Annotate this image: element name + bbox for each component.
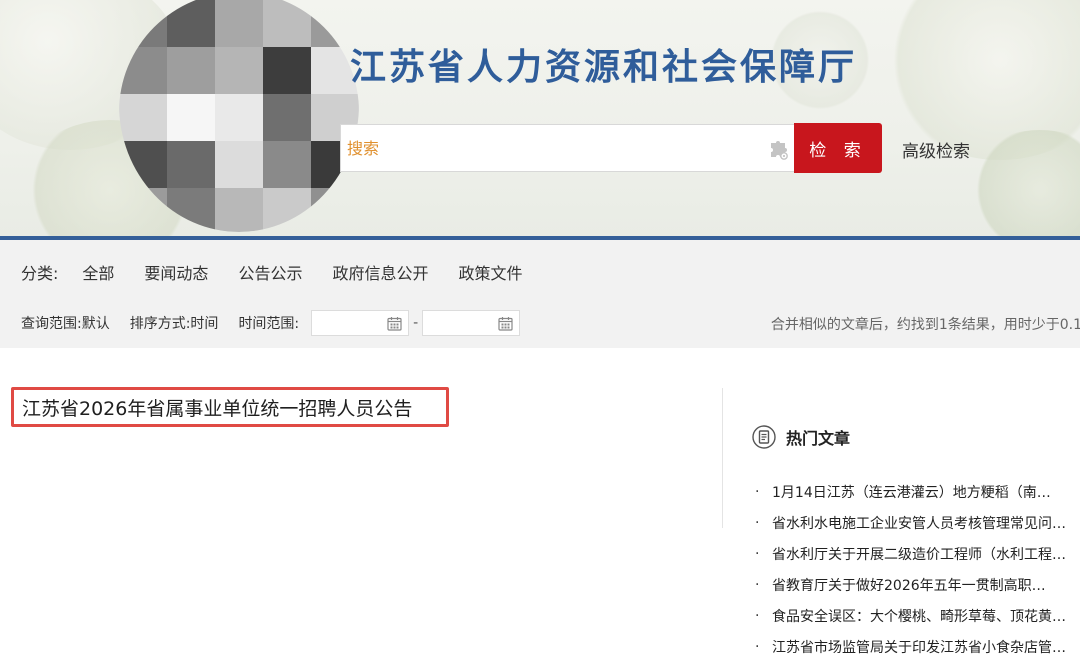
- search-box: [340, 124, 796, 172]
- category-news[interactable]: 要闻动态: [144, 260, 208, 284]
- hot-article-link[interactable]: 江苏省市场监管局关于印发江苏省小食杂店管…: [772, 637, 1066, 655]
- result-title-link[interactable]: 江苏省2026年省属事业单位统一招聘人员公告: [22, 394, 412, 421]
- search-button[interactable]: 检 索: [794, 123, 882, 173]
- hot-article-link[interactable]: 食品安全误区：大个樱桃、畸形草莓、顶花黄…: [772, 606, 1066, 626]
- result-highlight-box: 江苏省2026年省属事业单位统一招聘人员公告: [11, 387, 449, 427]
- hot-article-link[interactable]: 省水利厅关于开展二级造价工程师（水利工程…: [772, 544, 1066, 564]
- mosaic-tile: [215, 0, 263, 47]
- mosaic-tile: [215, 141, 263, 188]
- site-title: 江苏省人力资源和社会保障厅: [350, 47, 858, 88]
- mosaic-tile: [167, 94, 215, 141]
- mosaic-tile: [263, 141, 311, 188]
- options-row: 查询范围:默认 排序方式:时间 时间范围: - 合并相似的文章后，约找到1条结果…: [21, 310, 1080, 336]
- list-item: · 食品安全误区：大个樱桃、畸形草莓、顶花黄…: [755, 600, 1080, 631]
- category-notices[interactable]: 公告公示: [238, 260, 302, 284]
- mosaic-tile: [167, 141, 215, 188]
- hot-articles-title: 热门文章: [786, 429, 851, 448]
- calendar-icon[interactable]: [498, 316, 513, 331]
- bullet: ·: [755, 638, 760, 655]
- hot-article-link[interactable]: 1月14日江苏（连云港灌云）地方粳稻（南…: [772, 482, 1051, 502]
- bullet: ·: [755, 576, 760, 593]
- category-all[interactable]: 全部: [82, 260, 114, 284]
- list-item: · 省水利水电施工企业安管人员考核管理常见问…: [755, 507, 1080, 538]
- mosaic-tile: [263, 47, 311, 94]
- mosaic-tile: [215, 47, 263, 94]
- hot-articles-list: · 1月14日江苏（连云港灌云）地方粳稻（南… · 省水利水电施工企业安管人员考核管…: [755, 476, 1080, 655]
- time-range-label: 时间范围:: [238, 316, 300, 332]
- hot-articles-header: 热门文章: [752, 425, 850, 449]
- mosaic-tile: [263, 94, 311, 141]
- mosaic-tile: [167, 0, 215, 47]
- mosaic-tile: [311, 188, 359, 232]
- sort-option[interactable]: 排序方式:时间: [130, 313, 219, 333]
- puzzle-extension-icon[interactable]: [768, 137, 790, 161]
- list-item: · 省教育厅关于做好2026年五年一贯制高职…: [755, 569, 1080, 600]
- start-date-input[interactable]: [311, 310, 410, 336]
- category-label: 分类:: [21, 264, 59, 283]
- site-header: 江苏省人力资源和社会保障厅 检 索 高级检索: [0, 0, 1080, 236]
- advanced-search-link[interactable]: 高级检索: [902, 137, 970, 162]
- mosaic-tile: [119, 94, 167, 141]
- result-summary: 合并相似的文章后，约找到1条结果，用时少于0.1: [770, 317, 1080, 333]
- document-icon: [752, 425, 776, 449]
- end-date-input[interactable]: [422, 310, 521, 336]
- bullet: ·: [755, 483, 760, 500]
- mosaic-tile: [263, 0, 311, 47]
- category-policy[interactable]: 政策文件: [458, 260, 522, 284]
- date-separator: -: [413, 315, 419, 331]
- mosaic-tile: [215, 94, 263, 141]
- bullet: ·: [755, 514, 760, 531]
- mosaic-tile: [263, 188, 311, 232]
- hot-article-link[interactable]: 省水利水电施工企业安管人员考核管理常见问…: [772, 513, 1066, 533]
- calendar-icon[interactable]: [387, 316, 402, 331]
- scope-option[interactable]: 查询范围:默认: [21, 313, 110, 333]
- list-item: · 省水利厅关于开展二级造价工程师（水利工程…: [755, 538, 1080, 569]
- mosaic-tile: [215, 188, 263, 232]
- list-item: · 江苏省市场监管局关于印发江苏省小食杂店管…: [755, 631, 1080, 655]
- search-input[interactable]: [341, 125, 761, 171]
- column-divider: [722, 388, 723, 528]
- bullet: ·: [755, 545, 760, 562]
- list-item: · 1月14日江苏（连云港灌云）地方粳稻（南…: [755, 476, 1080, 507]
- category-gov-info[interactable]: 政府信息公开: [332, 260, 428, 284]
- filter-panel: 分类: 全部 要闻动态 公告公示 政府信息公开 政策文件 查询范围:默认 排序方…: [0, 240, 1080, 348]
- hot-article-link[interactable]: 省教育厅关于做好2026年五年一贯制高职…: [772, 575, 1046, 595]
- category-row: 分类: 全部 要闻动态 公告公示 政府信息公开 政策文件: [21, 260, 552, 284]
- mosaic-tile: [167, 47, 215, 94]
- bullet: ·: [755, 607, 760, 624]
